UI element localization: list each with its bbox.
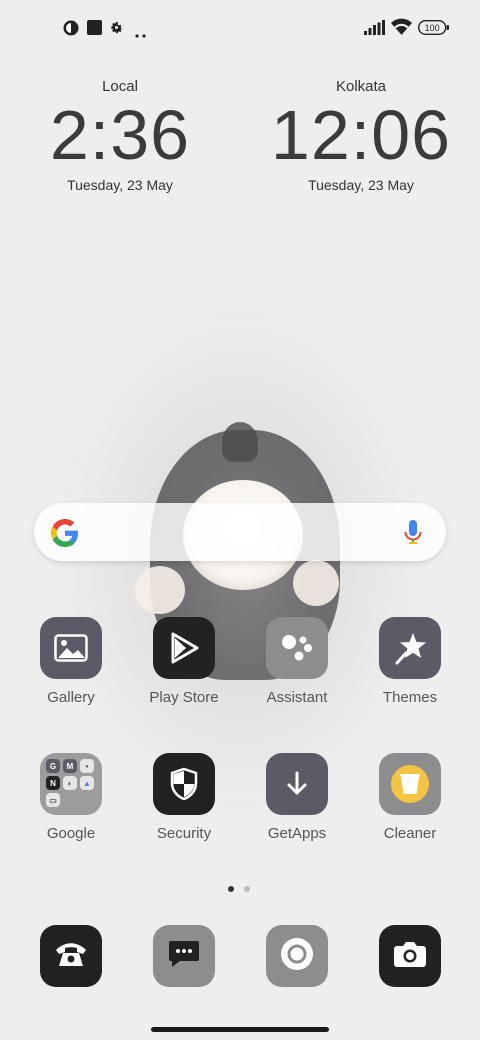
battery-level: 100 xyxy=(425,23,440,33)
themes-icon xyxy=(379,617,441,679)
notification-icon xyxy=(63,20,79,41)
play-store-icon xyxy=(153,617,215,679)
more-dots-icon xyxy=(135,25,147,43)
microphone-icon[interactable] xyxy=(404,520,422,551)
app-label: Cleaner xyxy=(383,825,437,842)
app-label: Themes xyxy=(382,689,438,706)
dock-phone[interactable] xyxy=(40,925,102,987)
app-label: Google xyxy=(46,825,96,842)
page-dot-active[interactable] xyxy=(228,886,234,892)
page-dot[interactable] xyxy=(244,886,250,892)
gear-icon xyxy=(109,20,124,40)
wallpaper-bag-knot xyxy=(222,422,258,462)
google-search-bar[interactable] xyxy=(34,503,446,561)
wallpaper-paw-right xyxy=(293,560,339,606)
app-gallery[interactable]: Gallery xyxy=(21,617,121,706)
app-cleaner[interactable]: Cleaner xyxy=(360,753,460,842)
app-label: Play Store xyxy=(149,689,219,706)
battery-icon: 100 xyxy=(417,19,450,40)
clock-date: Tuesday, 23 May xyxy=(308,177,414,193)
messages-icon xyxy=(168,939,200,974)
dock-camera[interactable] xyxy=(379,925,441,987)
app-label: Gallery xyxy=(47,689,95,706)
browser-icon xyxy=(280,937,314,976)
wifi-icon xyxy=(391,18,412,40)
wallpaper-paw-left xyxy=(135,566,185,614)
square-icon xyxy=(87,20,102,40)
status-bar: 100 xyxy=(0,0,480,56)
clock-time: 2:36 xyxy=(49,96,191,174)
app-label: Security xyxy=(156,825,212,842)
app-getapps[interactable]: GetApps xyxy=(247,753,347,842)
app-google-folder[interactable]: G M • N ◐ ▲ ▭ Google xyxy=(21,753,121,842)
cleaner-icon xyxy=(379,753,441,815)
app-security[interactable]: Security xyxy=(134,753,234,842)
security-icon xyxy=(153,753,215,815)
google-folder-icon: G M • N ◐ ▲ ▭ xyxy=(40,753,102,815)
home-gesture-bar[interactable] xyxy=(151,1027,329,1032)
phone-icon xyxy=(54,940,88,973)
page-indicator[interactable] xyxy=(228,879,260,897)
app-label: GetApps xyxy=(267,825,327,842)
gallery-icon xyxy=(40,617,102,679)
app-label: Assistant xyxy=(266,689,328,706)
google-g-icon xyxy=(50,519,79,552)
camera-icon xyxy=(393,940,427,973)
clock-time: 12:06 xyxy=(270,96,452,174)
assistant-icon xyxy=(266,617,328,679)
app-themes[interactable]: Themes xyxy=(360,617,460,706)
clock-local[interactable]: Local 2:36 Tuesday, 23 May xyxy=(20,78,220,193)
app-assistant[interactable]: Assistant xyxy=(247,617,347,706)
clock-city: Local xyxy=(102,78,138,95)
dock-browser[interactable] xyxy=(266,925,328,987)
clock-kolkata[interactable]: Kolkata 12:06 Tuesday, 23 May xyxy=(261,78,461,193)
clock-date: Tuesday, 23 May xyxy=(67,177,173,193)
dock-messages[interactable] xyxy=(153,925,215,987)
app-play-store[interactable]: Play Store xyxy=(134,617,234,706)
clock-city: Kolkata xyxy=(335,78,387,95)
signal-icon xyxy=(364,20,386,40)
getapps-icon xyxy=(266,753,328,815)
